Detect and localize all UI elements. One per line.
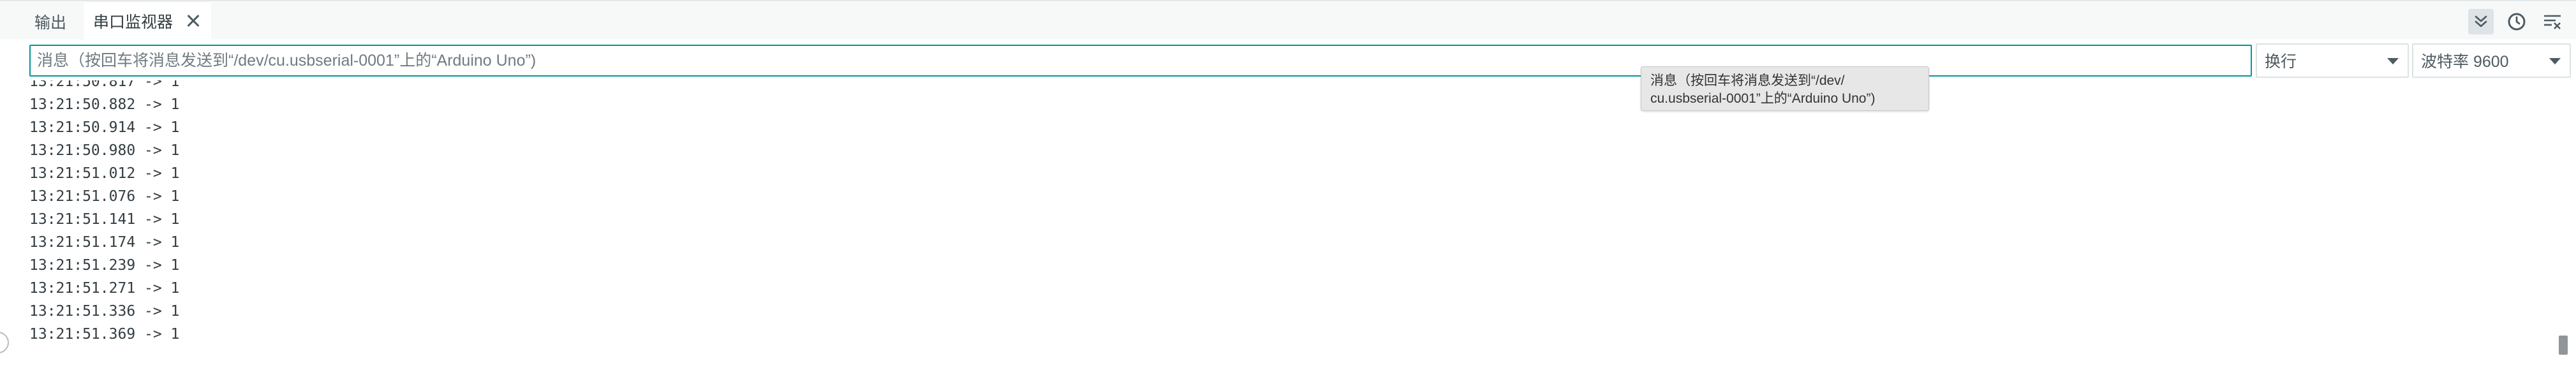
line-ending-value: 换行 — [2265, 53, 2297, 71]
tab-output[interactable]: 输出 — [34, 3, 66, 41]
autoscroll-toggle-button[interactable] — [2468, 9, 2494, 34]
panel-tab-bar: 输出 串口监视器 — [0, 0, 2576, 41]
output-line: 13:21:51.271 -> 1 — [29, 280, 180, 297]
tab-serial-monitor-label: 串口监视器 — [93, 13, 174, 31]
panel-resize-handle[interactable] — [0, 332, 9, 353]
tab-serial-monitor[interactable]: 串口监视器 — [84, 3, 212, 41]
baud-rate-value: 波特率 9600 — [2421, 53, 2509, 71]
output-line: 13:21:51.141 -> 1 — [29, 211, 180, 228]
close-icon[interactable] — [184, 12, 202, 30]
tab-output-label: 输出 — [34, 14, 67, 32]
output-line: 13:21:50.817 -> 1 — [29, 80, 180, 90]
output-line: 13:21:50.882 -> 1 — [29, 96, 180, 113]
message-input-tooltip: 消息（按回车将消息发送到“/dev/ cu.usbserial-0001”上的“… — [1641, 66, 1929, 111]
output-line: 13:21:51.174 -> 1 — [29, 234, 180, 251]
line-ending-select[interactable]: 换行 — [2256, 43, 2409, 78]
serial-monitor-panel: 输出 串口监视器 消息（按回车将消息发送到“/dev/cu.usbserial-… — [0, 0, 2576, 370]
baud-rate-select[interactable]: 波特率 9600 — [2412, 43, 2571, 78]
clear-output-icon — [2544, 15, 2561, 29]
tooltip-line: 消息（按回车将消息发送到“/dev/ — [1650, 73, 1845, 88]
double-chevron-down-icon — [2475, 15, 2487, 27]
output-line: 13:21:50.980 -> 1 — [29, 142, 180, 159]
chevron-down-icon — [2387, 58, 2399, 64]
output-line: 13:21:50.914 -> 1 — [29, 119, 180, 136]
tooltip-line: cu.usbserial-0001”上的“Arduino Uno”) — [1650, 91, 1876, 106]
toggle-timestamp-button[interactable] — [2504, 9, 2529, 34]
vertical-scrollbar-thumb[interactable] — [2559, 336, 2568, 355]
output-line: 13:21:51.012 -> 1 — [29, 165, 180, 182]
output-line: 13:21:51.369 -> 1 — [29, 326, 180, 343]
output-line: 13:21:51.239 -> 1 — [29, 257, 180, 274]
output-line: 13:21:51.336 -> 1 — [29, 303, 180, 320]
clock-icon — [2508, 13, 2526, 31]
output-line: 13:21:51.076 -> 1 — [29, 188, 180, 205]
clear-output-button[interactable] — [2540, 9, 2565, 34]
chevron-down-icon — [2549, 58, 2561, 64]
serial-output[interactable]: 13:21:50.817 -> 1 13:21:50.882 -> 1 13:2… — [29, 80, 2556, 370]
